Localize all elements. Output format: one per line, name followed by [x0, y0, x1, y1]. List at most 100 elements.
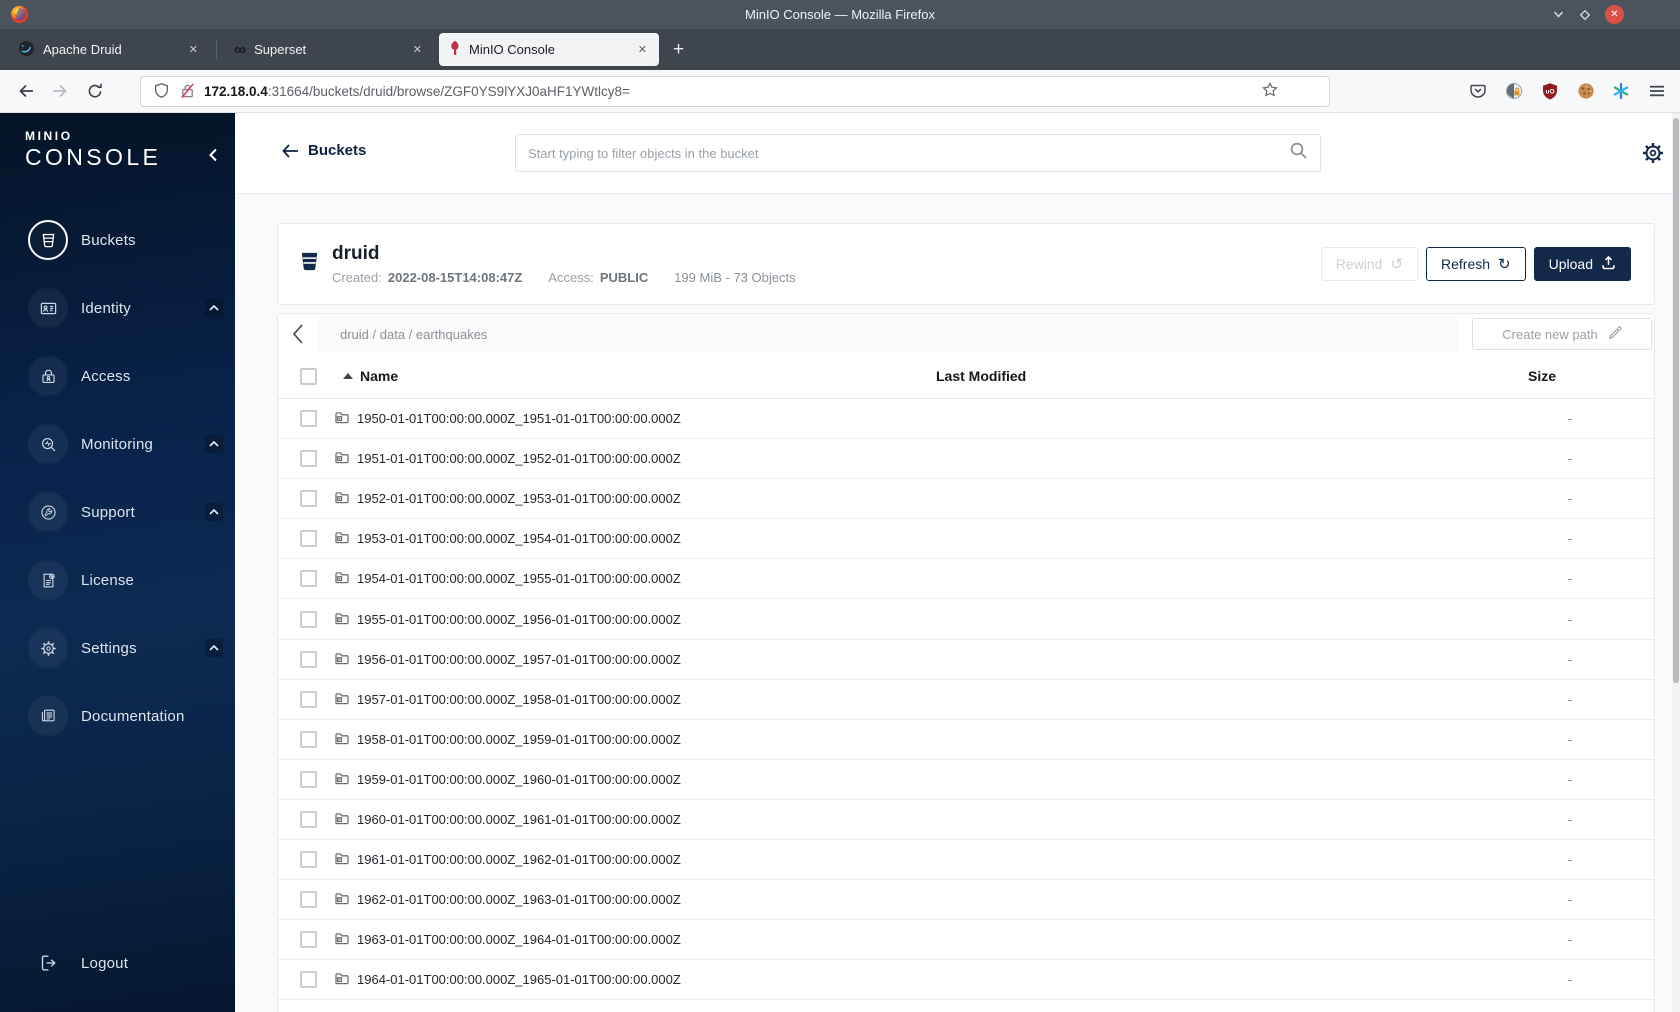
window-minimize-button[interactable]: [1552, 8, 1565, 21]
object-row[interactable]: 1952-01-01T00:00:00.000Z_1953-01-01T00:0…: [278, 479, 1654, 520]
object-name[interactable]: 1962-01-01T00:00:00.000Z_1963-01-01T00:0…: [357, 892, 681, 907]
object-row[interactable]: 1955-01-01T00:00:00.000Z_1956-01-01T00:0…: [278, 599, 1654, 640]
create-new-path-button[interactable]: Create new path: [1472, 318, 1652, 350]
upload-button[interactable]: Upload: [1533, 247, 1631, 281]
row-checkbox[interactable]: [300, 770, 317, 788]
object-name[interactable]: 1960-01-01T00:00:00.000Z_1961-01-01T00:0…: [357, 812, 681, 827]
object-row[interactable]: 1954-01-01T00:00:00.000Z_1955-01-01T00:0…: [278, 559, 1654, 600]
row-checkbox[interactable]: [300, 891, 317, 909]
object-row[interactable]: 1960-01-01T00:00:00.000Z_1961-01-01T00:0…: [278, 800, 1654, 841]
privacy-badger-icon[interactable]: [1505, 82, 1523, 100]
object-row[interactable]: 1958-01-01T00:00:00.000Z_1959-01-01T00:0…: [278, 720, 1654, 760]
column-header-name[interactable]: Name: [334, 368, 936, 384]
path-back-chevron[interactable]: [280, 317, 316, 351]
object-row[interactable]: 1962-01-01T00:00:00.000Z_1963-01-01T00:0…: [278, 880, 1654, 921]
object-row[interactable]: 1959-01-01T00:00:00.000Z_1960-01-01T00:0…: [278, 760, 1654, 800]
tab-minio-console[interactable]: MinIO Console ✕: [439, 33, 659, 66]
object-name[interactable]: 1963-01-01T00:00:00.000Z_1964-01-01T00:0…: [357, 932, 681, 947]
object-name[interactable]: 1958-01-01T00:00:00.000Z_1959-01-01T00:0…: [357, 732, 681, 747]
object-name[interactable]: 1959-01-01T00:00:00.000Z_1960-01-01T00:0…: [357, 772, 681, 787]
bookmark-star-icon[interactable]: [1261, 81, 1279, 102]
object-name[interactable]: 1954-01-01T00:00:00.000Z_1955-01-01T00:0…: [357, 571, 681, 586]
object-name[interactable]: 1950-01-01T00:00:00.000Z_1951-01-01T00:0…: [357, 411, 681, 426]
sidebar-item-buckets[interactable]: Buckets: [28, 220, 223, 260]
folder-icon: [334, 849, 350, 870]
scrollbar-thumb[interactable]: [1673, 118, 1679, 683]
shield-icon[interactable]: [153, 82, 170, 102]
sidebar-item-label: Monitoring: [81, 435, 154, 453]
back-button[interactable]: [17, 82, 35, 105]
object-row[interactable]: 1953-01-01T00:00:00.000Z_1954-01-01T00:0…: [278, 519, 1654, 560]
object-row[interactable]: 1950-01-01T00:00:00.000Z_1951-01-01T00:0…: [278, 399, 1654, 440]
insecure-lock-icon[interactable]: [179, 82, 196, 102]
object-name[interactable]: 1953-01-01T00:00:00.000Z_1954-01-01T00:0…: [357, 531, 681, 546]
row-checkbox[interactable]: [300, 650, 317, 668]
object-name[interactable]: 1964-01-01T00:00:00.000Z_1965-01-01T00:0…: [357, 972, 681, 987]
select-all-checkbox[interactable]: [300, 367, 317, 385]
row-checkbox[interactable]: [300, 851, 317, 869]
sidebar-item-logout[interactable]: Logout: [28, 943, 223, 983]
reload-button[interactable]: [86, 82, 104, 105]
sidebar-item-monitoring[interactable]: Monitoring: [28, 424, 223, 464]
pocket-icon[interactable]: [1469, 82, 1487, 100]
row-checkbox[interactable]: [300, 570, 317, 588]
object-name[interactable]: 1957-01-01T00:00:00.000Z_1958-01-01T00:0…: [357, 692, 681, 707]
sidebar-item-access[interactable]: Access: [28, 356, 223, 396]
object-row[interactable]: 1951-01-01T00:00:00.000Z_1952-01-01T00:0…: [278, 439, 1654, 480]
settings-gear-icon[interactable]: [1640, 140, 1666, 171]
forward-button[interactable]: [51, 82, 69, 105]
object-name[interactable]: 1956-01-01T00:00:00.000Z_1957-01-01T00:0…: [357, 652, 681, 667]
cookie-icon[interactable]: [1577, 82, 1595, 100]
new-tab-button[interactable]: +: [673, 39, 684, 61]
chevron-up-icon[interactable]: [205, 639, 223, 657]
row-checkbox[interactable]: [300, 730, 317, 748]
sidebar-collapse-icon[interactable]: [206, 147, 221, 168]
window-close-button[interactable]: ✕: [1605, 5, 1624, 24]
sidebar-item-settings[interactable]: Settings: [28, 628, 223, 668]
ublock-origin-icon[interactable]: uO: [1541, 82, 1559, 100]
object-name[interactable]: 1955-01-01T00:00:00.000Z_1956-01-01T00:0…: [357, 612, 681, 627]
window-maximize-button[interactable]: [1578, 8, 1592, 22]
chevron-up-icon[interactable]: [205, 503, 223, 521]
tab-close-icon[interactable]: ✕: [187, 41, 200, 58]
refresh-button[interactable]: Refresh ↻: [1426, 247, 1526, 281]
menu-hamburger-icon[interactable]: [1648, 82, 1666, 100]
row-checkbox[interactable]: [300, 610, 317, 628]
object-row[interactable]: 1956-01-01T00:00:00.000Z_1957-01-01T00:0…: [278, 640, 1654, 680]
object-row[interactable]: 1964-01-01T00:00:00.000Z_1965-01-01T00:0…: [278, 960, 1654, 1001]
tab-superset[interactable]: ∞ Superset ✕: [224, 33, 434, 66]
row-checkbox[interactable]: [300, 690, 317, 708]
tab-close-icon[interactable]: ✕: [636, 41, 649, 58]
folder-icon: [334, 568, 350, 589]
sidebar-item-documentation[interactable]: Documentation: [28, 696, 223, 736]
object-name[interactable]: 1961-01-01T00:00:00.000Z_1962-01-01T00:0…: [357, 852, 681, 867]
breadcrumb-path[interactable]: druid / data / earthquakes: [340, 327, 487, 342]
tab-close-icon[interactable]: ✕: [411, 41, 424, 58]
url-bar[interactable]: 172.18.0.4:31664/buckets/druid/browse/ZG…: [140, 76, 1330, 107]
object-row[interactable]: 1957-01-01T00:00:00.000Z_1958-01-01T00:0…: [278, 680, 1654, 720]
row-checkbox[interactable]: [300, 931, 317, 949]
tab-apache-druid[interactable]: Apache Druid ✕: [8, 33, 210, 66]
object-name[interactable]: 1951-01-01T00:00:00.000Z_1952-01-01T00:0…: [357, 451, 681, 466]
row-checkbox[interactable]: [300, 490, 317, 508]
object-row[interactable]: 1963-01-01T00:00:00.000Z_1964-01-01T00:0…: [278, 920, 1654, 961]
container-asterisk-icon[interactable]: [1612, 82, 1630, 100]
sidebar-item-support[interactable]: Support: [28, 492, 223, 532]
object-row[interactable]: 1961-01-01T00:00:00.000Z_1962-01-01T00:0…: [278, 840, 1654, 881]
back-to-buckets-link[interactable]: Buckets: [282, 142, 366, 159]
sidebar-item-identity[interactable]: Identity: [28, 288, 223, 328]
sidebar-item-label: Identity: [81, 299, 131, 317]
row-checkbox[interactable]: [300, 810, 317, 828]
search-input[interactable]: [528, 145, 1289, 161]
sidebar-item-label: Settings: [81, 639, 137, 657]
row-checkbox[interactable]: [300, 450, 317, 468]
row-checkbox[interactable]: [300, 530, 317, 548]
chevron-up-icon[interactable]: [205, 299, 223, 317]
chevron-up-icon[interactable]: [205, 435, 223, 453]
row-checkbox[interactable]: [300, 410, 317, 428]
row-checkbox[interactable]: [300, 971, 317, 989]
breadcrumb[interactable]: druid / data / earthquakes: [318, 317, 1458, 351]
sidebar-item-license[interactable]: License: [28, 560, 223, 600]
filter-objects-search[interactable]: [515, 134, 1321, 172]
object-name[interactable]: 1952-01-01T00:00:00.000Z_1953-01-01T00:0…: [357, 491, 681, 506]
